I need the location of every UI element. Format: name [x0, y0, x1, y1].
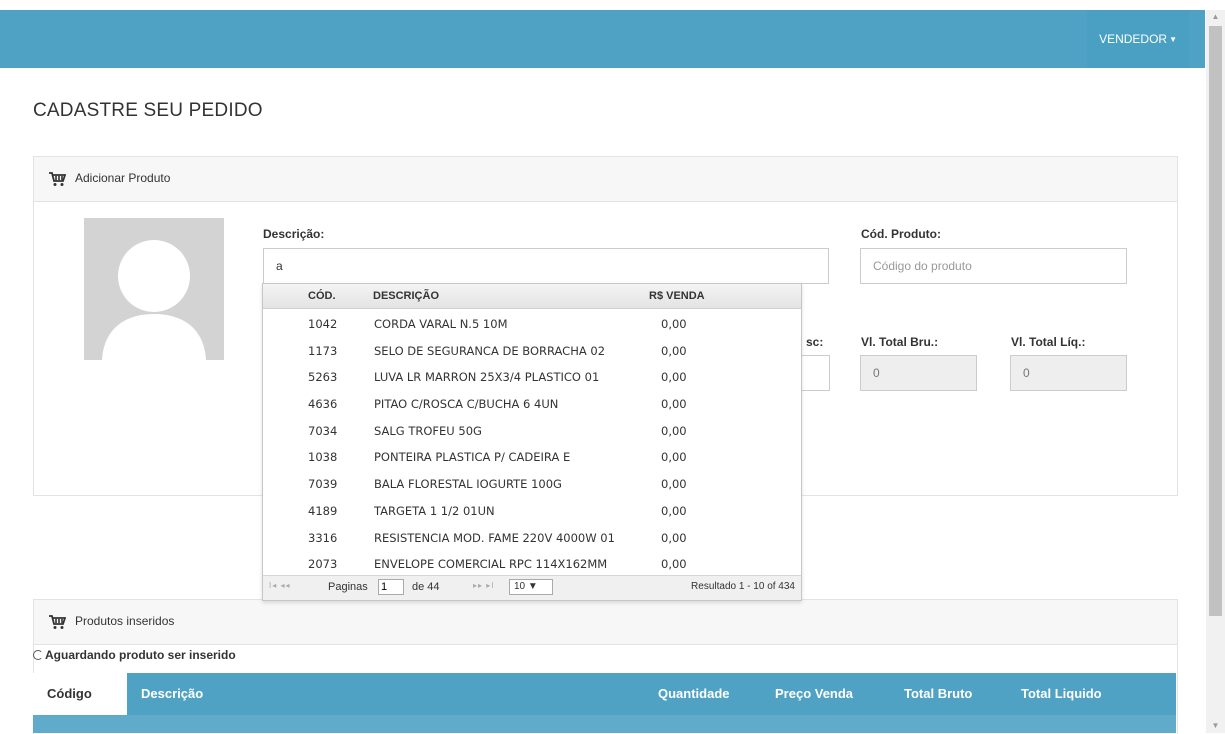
autocomplete-cell-code: 1038	[308, 450, 338, 465]
autocomplete-cell-code: 7034	[308, 423, 338, 438]
total-liquido-field: 0	[1010, 355, 1127, 391]
autocomplete-cell-code: 1173	[308, 343, 338, 358]
column-header-total-gross[interactable]: Total Bruto	[904, 686, 972, 701]
autocomplete-cell-description: PITAO C/ROSCA C/BUCHA 6 4UN	[374, 397, 559, 412]
pager-result-text: Resultado 1 - 10 of 434	[691, 581, 795, 592]
autocomplete-header: CÓD. DESCRIÇÃO R$ VENDA	[263, 284, 801, 309]
pager-page-size-select[interactable]: 10 ▼	[509, 579, 553, 595]
add-product-panel-header: Adicionar Produto	[34, 157, 1177, 202]
autocomplete-header-description: DESCRIÇÃO	[373, 290, 440, 302]
autocomplete-cell-description: BALA FLORESTAL IOGURTE 100G	[374, 477, 562, 492]
total-liquido-label: Vl. Total Líq.:	[1011, 335, 1086, 349]
autocomplete-header-code: CÓD.	[308, 290, 336, 302]
scroll-down-arrow-icon[interactable]: ▼	[1206, 719, 1225, 733]
waiting-status-text: Aguardando produto ser inserido	[45, 648, 236, 662]
pager-of-label: de 44	[412, 581, 440, 593]
autocomplete-cell-description: LUVA LR MARRON 25X3/4 PLASTICO 01	[374, 370, 600, 385]
autocomplete-cell-price: 0,00	[661, 370, 687, 385]
autocomplete-cell-price: 0,00	[661, 477, 687, 492]
caret-down-icon: ▼	[1169, 34, 1177, 44]
autocomplete-cell-description: SALG TROFEU 50G	[374, 423, 482, 438]
loading-spinner-icon	[33, 650, 43, 660]
autocomplete-row[interactable]: 1173 SELO DE SEGURANCA DE BORRACHA 02 0,00	[263, 336, 801, 363]
desconto-label: sc:	[806, 335, 824, 349]
column-header-price[interactable]: Preço Venda	[775, 686, 853, 701]
descricao-input[interactable]	[263, 248, 829, 284]
product-autocomplete-dropdown[interactable]: CÓD. DESCRIÇÃO R$ VENDA 1042 CORDA VARAL …	[262, 283, 802, 601]
autocomplete-cell-code: 2073	[308, 557, 338, 572]
column-header-description[interactable]: Descrição	[141, 686, 203, 701]
cod-produto-label: Cód. Produto:	[861, 227, 941, 241]
products-panel-header: Produtos inseridos	[34, 600, 1177, 645]
autocomplete-cell-code: 4636	[308, 397, 338, 412]
autocomplete-cell-price: 0,00	[661, 343, 687, 358]
autocomplete-row[interactable]: 7039 BALA FLORESTAL IOGURTE 100G 0,00	[263, 469, 801, 496]
column-header-quantity[interactable]: Quantidade	[658, 686, 730, 701]
total-bruto-label: Vl. Total Bru.:	[861, 335, 939, 349]
autocomplete-cell-price: 0,00	[661, 450, 687, 465]
autocomplete-row[interactable]: 7034 SALG TROFEU 50G 0,00	[263, 416, 801, 443]
products-panel-title: Produtos inseridos	[75, 614, 175, 628]
cart-icon	[49, 615, 66, 629]
autocomplete-row[interactable]: 1038 PONTEIRA PLASTICA P/ CADEIRA E 0,00	[263, 442, 801, 469]
autocomplete-row[interactable]: 2073 ENVELOPE COMERCIAL RPC 114X162MM 0,00	[263, 549, 801, 575]
page-scrollbar[interactable]: ▲ ▼	[1206, 10, 1225, 733]
pager-page-input[interactable]	[378, 579, 404, 595]
cod-produto-input[interactable]	[860, 248, 1127, 284]
autocomplete-cell-code: 7039	[308, 477, 338, 492]
pager-next-last-icon[interactable]: ▸▸ ▸I	[473, 581, 495, 590]
autocomplete-cell-price: 0,00	[661, 557, 687, 572]
autocomplete-row[interactable]: 1042 CORDA VARAL N.5 10M 0,00	[263, 309, 801, 336]
waiting-status: Aguardando produto ser inserido	[33, 648, 236, 662]
column-header-total-net[interactable]: Total Liquido	[1021, 686, 1102, 701]
autocomplete-pager: I◂ ◂◂ Paginas de 44 ▸▸ ▸I 10 ▼ Resultado…	[263, 575, 801, 600]
autocomplete-row[interactable]: 5263 LUVA LR MARRON 25X3/4 PLASTICO 01 0,0…	[263, 362, 801, 389]
autocomplete-row[interactable]: 4189 TARGETA 1 1/2 01UN 0,00	[263, 496, 801, 523]
add-product-panel-title: Adicionar Produto	[75, 171, 171, 185]
column-header-code-label: Código	[47, 686, 92, 701]
autocomplete-row[interactable]: 3316 RESISTENCIA MOD. FAME 220V 4000W 01 0…	[263, 523, 801, 550]
product-image-placeholder	[84, 218, 224, 360]
autocomplete-cell-description: RESISTENCIA MOD. FAME 220V 4000W 01	[374, 530, 615, 545]
autocomplete-cell-description: ENVELOPE COMERCIAL RPC 114X162MM	[374, 557, 608, 572]
user-placeholder-icon	[102, 240, 206, 360]
autocomplete-cell-price: 0,00	[661, 397, 687, 412]
cart-icon	[49, 172, 66, 186]
autocomplete-cell-price: 0,00	[661, 503, 687, 518]
autocomplete-row[interactable]: 4636 PITAO C/ROSCA C/BUCHA 6 4UN 0,00	[263, 389, 801, 416]
autocomplete-cell-price: 0,00	[661, 317, 687, 331]
total-bruto-field: 0	[860, 355, 977, 391]
autocomplete-cell-price: 0,00	[661, 530, 687, 545]
autocomplete-cell-code: 3316	[308, 530, 338, 545]
autocomplete-cell-description: PONTEIRA PLASTICA P/ CADEIRA E	[374, 450, 571, 465]
autocomplete-cell-price: 0,00	[661, 423, 687, 438]
descricao-label: Descrição:	[263, 227, 325, 241]
top-navbar: VENDEDOR ▼	[0, 10, 1205, 68]
user-menu-button[interactable]: VENDEDOR ▼	[1087, 10, 1189, 68]
scroll-up-arrow-icon[interactable]: ▲	[1206, 10, 1225, 24]
autocomplete-cell-description: SELO DE SEGURANCA DE BORRACHA 02	[374, 343, 606, 358]
autocomplete-cell-description: TARGETA 1 1/2 01UN	[374, 503, 495, 518]
column-header-code[interactable]: Código	[33, 673, 127, 716]
autocomplete-cell-code: 1042	[308, 317, 338, 331]
products-table-header: Código Descrição Quantidade Preço Venda …	[33, 673, 1176, 716]
autocomplete-cell-code: 4189	[308, 503, 338, 518]
autocomplete-cell-code: 5263	[308, 370, 338, 385]
pager-pages-label: Paginas	[328, 581, 368, 593]
user-menu-label: VENDEDOR	[1099, 32, 1168, 46]
autocomplete-cell-description: CORDA VARAL N.5 10M	[374, 317, 508, 331]
page-title: CADASTRE SEU PEDIDO	[33, 100, 263, 121]
autocomplete-header-price: R$ VENDA	[649, 290, 705, 302]
autocomplete-list[interactable]: 1042 CORDA VARAL N.5 10M 0,00 1173 SELO DE S…	[263, 309, 801, 575]
scrollbar-thumb[interactable]	[1209, 26, 1222, 616]
pager-first-prev-icon[interactable]: I◂ ◂◂	[269, 581, 291, 590]
table-row	[33, 715, 1176, 733]
